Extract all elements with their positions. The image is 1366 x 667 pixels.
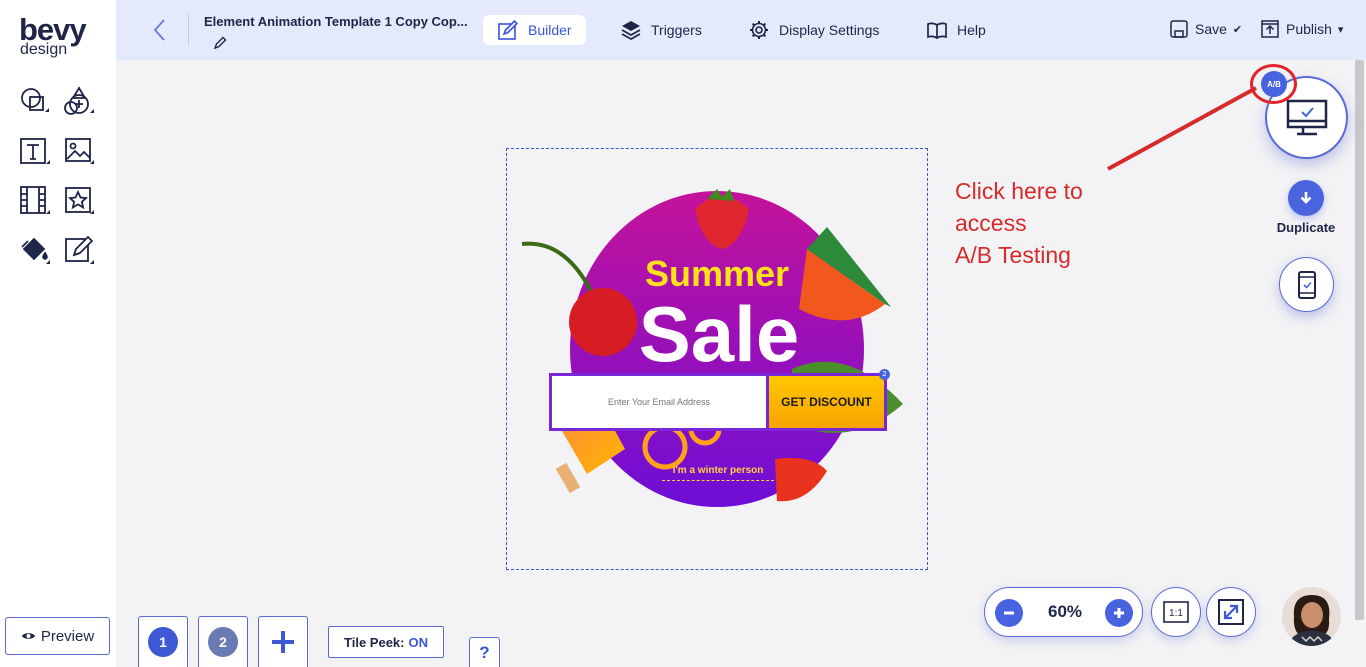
fill-tool-icon[interactable] (18, 233, 52, 267)
edit-tool-icon[interactable] (62, 233, 96, 267)
publish-label: Publish (1286, 21, 1332, 37)
get-discount-button[interactable]: GET DISCOUNT (766, 373, 887, 431)
builder-icon (498, 19, 519, 40)
plus-icon (1114, 608, 1124, 618)
expand-icon (1218, 599, 1244, 625)
pencil-icon[interactable] (212, 35, 228, 51)
tab-help-label: Help (957, 22, 986, 38)
gear-icon (750, 21, 768, 39)
callout-line-1: Click here to (955, 178, 1083, 204)
top-bar: Element Animation Template 1 Copy Cop...… (116, 0, 1366, 60)
arrow-down-icon (1300, 192, 1312, 204)
publish-icon (1261, 20, 1279, 38)
avatar[interactable] (1282, 587, 1341, 646)
zoom-level: 60% (1047, 602, 1083, 621)
tab-builder-label: Builder (528, 22, 572, 38)
strawberry-leaf (707, 189, 734, 201)
shape-tool-icon[interactable] (18, 85, 52, 119)
image-tool-icon[interactable] (62, 134, 96, 168)
bevy-logo: bevy design (19, 14, 87, 58)
back-arrow-icon[interactable] (150, 17, 170, 43)
document-title: Element Animation Template 1 Copy Cop... (204, 14, 468, 29)
tile-peek-toggle[interactable]: Tile Peek: ON (328, 626, 444, 658)
tab-help[interactable]: Help (912, 15, 1000, 45)
cherry-icon (569, 288, 637, 356)
element-count-badge: 2 (879, 369, 890, 380)
popsicle-stick (555, 462, 581, 494)
headline-sale: Sale (639, 290, 799, 378)
preview-label: Preview (40, 627, 95, 645)
zoom-in-button[interactable] (1105, 599, 1133, 627)
tab-display-settings[interactable]: Display Settings (734, 15, 893, 45)
step-1-button[interactable]: 1 (138, 616, 188, 667)
chevron-down-icon: ✔ (1232, 23, 1243, 36)
callout-line-3: A/B Testing (955, 242, 1071, 268)
popup-artwork: Summer Sale (521, 189, 903, 507)
save-button[interactable]: Save ✔ (1169, 16, 1242, 42)
mobile-phone-icon (1297, 270, 1316, 299)
divider (188, 14, 189, 46)
zoom-control: 60% (984, 587, 1143, 637)
text-tool-icon[interactable] (18, 134, 52, 168)
tab-builder[interactable]: Builder (483, 15, 586, 45)
minus-icon (1004, 611, 1014, 615)
eye-icon (21, 633, 35, 639)
step-2-button[interactable]: 2 (198, 616, 248, 667)
zoom-out-button[interactable] (995, 599, 1023, 627)
mobile-view-button[interactable] (1279, 257, 1334, 312)
chevron-down-icon: ▾ (1337, 23, 1344, 36)
ab-testing-button[interactable]: A/B (1261, 71, 1287, 97)
actual-size-icon: 1:1 (1163, 601, 1189, 623)
publish-button[interactable]: Publish ▾ (1260, 16, 1343, 42)
video-tool-icon[interactable] (18, 183, 52, 217)
user-avatar-icon (1282, 587, 1341, 646)
help-question-button[interactable]: ? (469, 637, 500, 667)
book-icon (927, 22, 947, 40)
save-label: Save (1195, 21, 1227, 37)
sticker-tool-icon[interactable] (62, 183, 96, 217)
winter-person-link[interactable]: I'm a winter person (662, 465, 774, 481)
plus-icon (272, 631, 294, 653)
tab-triggers-label: Triggers (651, 22, 702, 38)
grapefruit-icon (775, 457, 827, 502)
layers-icon (621, 21, 641, 41)
fit-screen-button[interactable] (1206, 587, 1256, 637)
preview-button[interactable]: Preview (5, 617, 110, 655)
step-2-number: 2 (208, 627, 238, 657)
desktop-monitor-icon (1286, 99, 1327, 135)
popup-canvas-frame[interactable]: Summer Sale GET DISCOUNT 2 I'm a winter … (506, 148, 928, 570)
callout-line-2: access (955, 210, 1027, 236)
ab-testing-callout: Click here to access A/B Testing (955, 175, 1083, 271)
headline-summer: Summer (645, 253, 789, 294)
email-field[interactable] (549, 373, 766, 431)
step-1-number: 1 (148, 627, 178, 657)
actual-size-button[interactable]: 1:1 (1151, 587, 1201, 637)
tool-sidebar: bevy design Preview (0, 0, 116, 667)
duplicate-label: Duplicate (1276, 220, 1336, 235)
add-element-icon[interactable] (62, 85, 96, 119)
save-icon (1170, 20, 1188, 38)
tile-peek-value: ON (408, 634, 428, 650)
tab-triggers[interactable]: Triggers (606, 15, 716, 45)
duplicate-button[interactable] (1288, 180, 1324, 216)
add-step-button[interactable] (258, 616, 308, 667)
tile-peek-label: Tile Peek: (344, 634, 405, 650)
scrollbar[interactable] (1355, 60, 1364, 620)
tab-display-settings-label: Display Settings (779, 22, 880, 38)
actual-size-text: 1:1 (1169, 608, 1183, 619)
